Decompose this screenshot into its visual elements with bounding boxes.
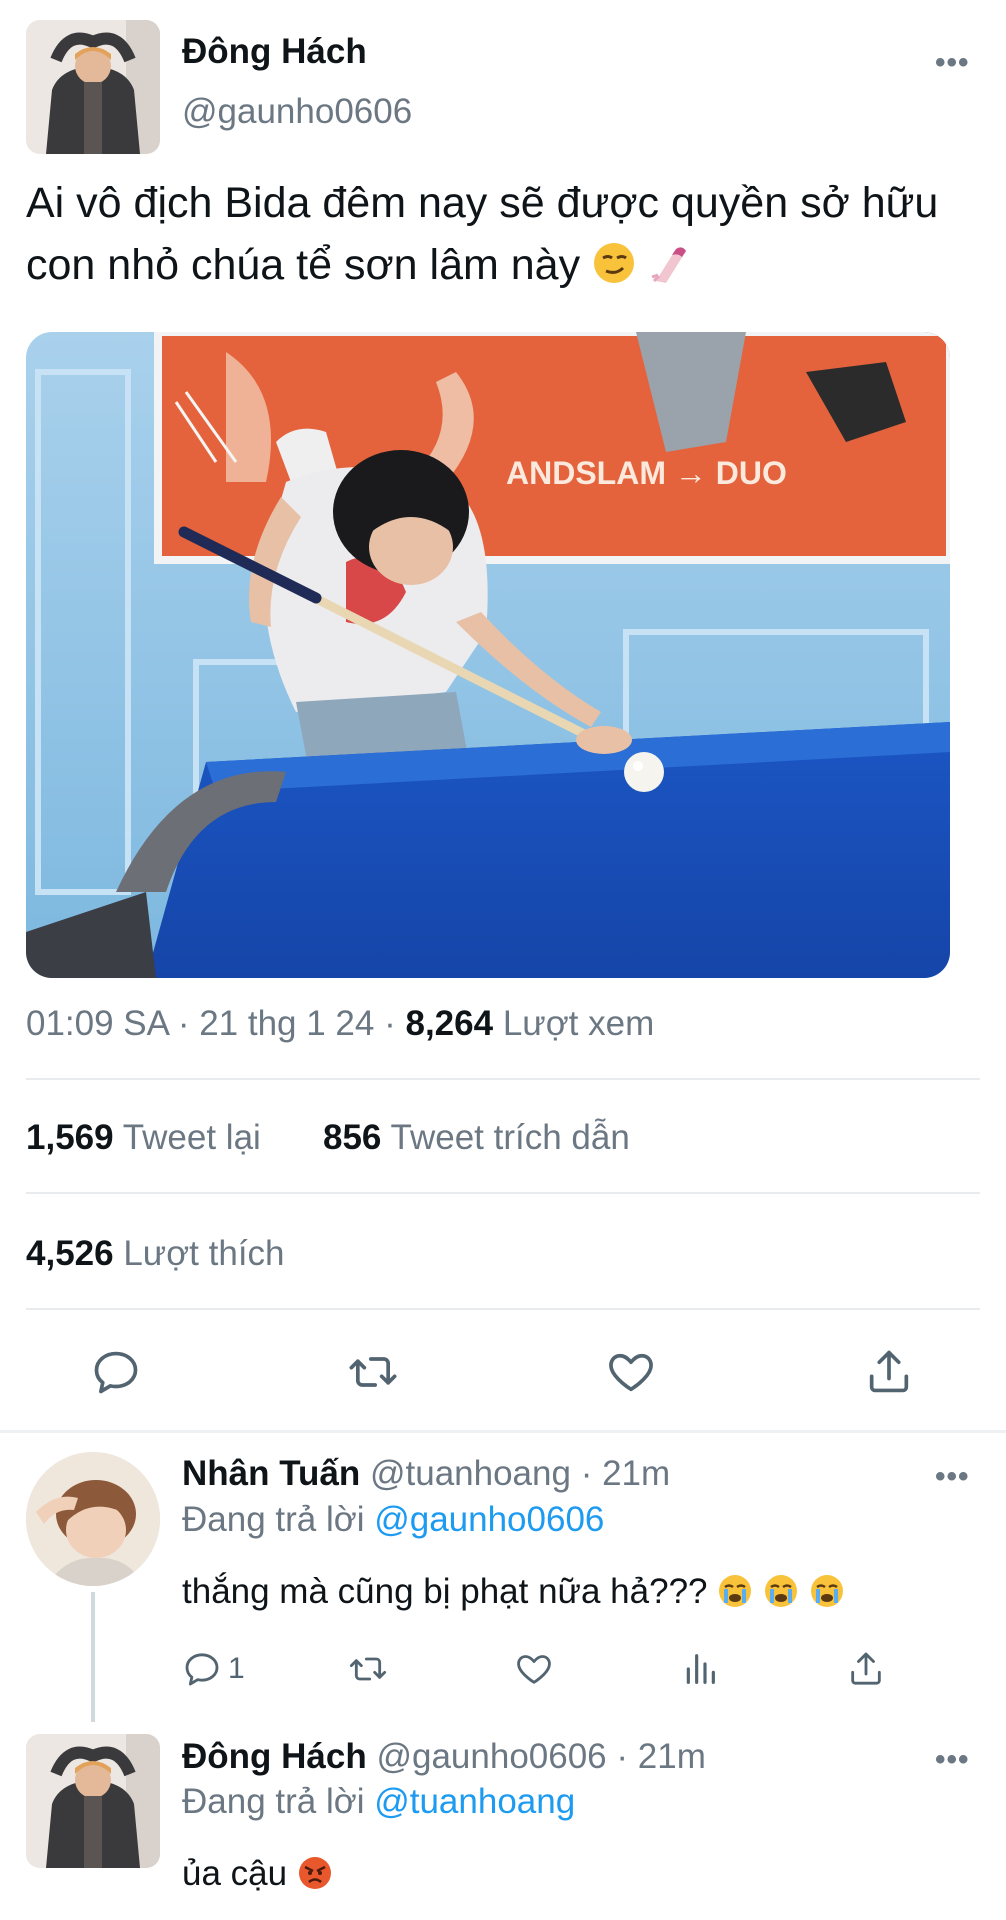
reply-count: 1	[228, 1652, 245, 1685]
share-icon	[851, 1652, 881, 1685]
retweets-label: Tweet lại	[122, 1118, 261, 1157]
reply-button[interactable]: 1	[182, 1646, 245, 1692]
reply-avatar[interactable]	[26, 1734, 160, 1868]
author-handle[interactable]: @gaunho0606	[182, 92, 412, 132]
retweet-button[interactable]	[345, 1344, 401, 1400]
reply-time: · 21m	[580, 1454, 671, 1493]
views-label: Lượt xem	[502, 1004, 655, 1043]
avatar-photo	[26, 1452, 160, 1586]
meta-separator: ·	[384, 1004, 406, 1043]
tweet-time: 01:09 SA	[26, 1004, 169, 1043]
avatar-photo	[26, 20, 160, 154]
like-icon	[609, 1353, 653, 1392]
replying-prefix: Đang trả lời	[182, 1782, 365, 1821]
quotes-label: Tweet trích dẫn	[390, 1118, 630, 1157]
reply-text: thắng mà cũng bị phạt nữa hả???	[182, 1572, 845, 1618]
analytics-button[interactable]	[680, 1646, 720, 1692]
crying-emoji-icon	[809, 1573, 845, 1618]
reply-author-handle[interactable]: @tuanhoang	[370, 1454, 571, 1493]
likes-count: 4,526	[26, 1234, 114, 1273]
reply-time: · 21m	[616, 1737, 706, 1776]
billiards-photo: ANDSLAM → DUO	[26, 332, 950, 978]
replying-to: Đang trả lời @tuanhoang	[182, 1782, 575, 1822]
author-avatar[interactable]	[26, 20, 160, 154]
like-button[interactable]	[603, 1344, 659, 1400]
divider	[26, 1078, 980, 1080]
reply-header: Nhân Tuấn @tuanhoang · 21m	[182, 1454, 670, 1494]
share-icon	[869, 1350, 909, 1393]
more-icon[interactable]: •••	[935, 1743, 970, 1777]
retweets-stat[interactable]: 1,569 Tweet lại	[26, 1118, 261, 1158]
replying-to: Đang trả lời @gaunho0606	[182, 1500, 604, 1540]
tweet-photo[interactable]: ANDSLAM → DUO	[26, 332, 950, 978]
like-icon	[517, 1655, 551, 1684]
reply-body: thắng mà cũng bị phạt nữa hả???	[182, 1572, 708, 1611]
like-button[interactable]	[514, 1646, 554, 1692]
reply-header: Đông Hách @gaunho0606 · 21m	[182, 1737, 706, 1777]
reply-icon	[185, 1653, 219, 1686]
share-button[interactable]	[846, 1646, 886, 1692]
reply-avatar[interactable]	[26, 1452, 160, 1586]
crying-emoji-icon	[763, 1573, 799, 1618]
retweet-button[interactable]	[348, 1646, 388, 1692]
reply-author-name[interactable]: Đông Hách	[182, 1737, 367, 1776]
avatar-photo	[26, 1734, 160, 1868]
painting-text: ANDSLAM → DUO	[506, 455, 787, 491]
retweet-icon	[349, 1657, 387, 1681]
tweet-date: 21 thg 1 24	[199, 1004, 375, 1043]
section-divider	[0, 1430, 1006, 1433]
views-count: 8,264	[405, 1004, 494, 1043]
angry-emoji-icon	[297, 1855, 333, 1900]
quotes-stat[interactable]: 856 Tweet trích dẫn	[323, 1118, 630, 1158]
analytics-icon	[686, 1654, 715, 1684]
reply-author-name[interactable]: Nhân Tuấn	[182, 1454, 360, 1493]
retweets-count: 1,569	[26, 1118, 114, 1157]
nail-polish-emoji-icon	[648, 240, 692, 302]
replying-to-link[interactable]: @tuanhoang	[374, 1782, 575, 1821]
quotes-count: 856	[323, 1118, 382, 1157]
divider	[26, 1308, 980, 1310]
more-icon[interactable]: •••	[935, 46, 970, 80]
likes-label: Lượt thích	[123, 1234, 285, 1273]
reply-author-handle[interactable]: @gaunho0606	[376, 1737, 606, 1776]
reply-text: ủa cậu	[182, 1854, 333, 1900]
more-icon[interactable]: •••	[935, 1460, 970, 1494]
divider	[26, 1192, 980, 1194]
reply-icon	[94, 1351, 138, 1394]
tweet-meta: 01:09 SA · 21 thg 1 24 · 8,264 Lượt xem	[26, 1004, 654, 1044]
replying-to-link[interactable]: @gaunho0606	[374, 1500, 604, 1539]
likes-stat[interactable]: 4,526 Lượt thích	[26, 1234, 285, 1274]
meta-separator: ·	[177, 1004, 200, 1043]
replying-prefix: Đang trả lời	[182, 1500, 365, 1539]
reply-button[interactable]	[88, 1344, 144, 1400]
author-name[interactable]: Đông Hách	[182, 32, 367, 72]
retweet-icon	[349, 1357, 397, 1387]
tweet-text: Ai vô địch Bida đêm nay sẽ được quyền sở…	[26, 172, 986, 302]
tweet-body: Ai vô địch Bida đêm nay sẽ được quyền sở…	[26, 179, 939, 289]
share-button[interactable]	[861, 1344, 917, 1400]
thread-line	[91, 1592, 95, 1722]
reply-body: ủa cậu	[182, 1854, 288, 1893]
smirk-emoji-icon	[592, 240, 636, 302]
crying-emoji-icon	[717, 1573, 753, 1618]
